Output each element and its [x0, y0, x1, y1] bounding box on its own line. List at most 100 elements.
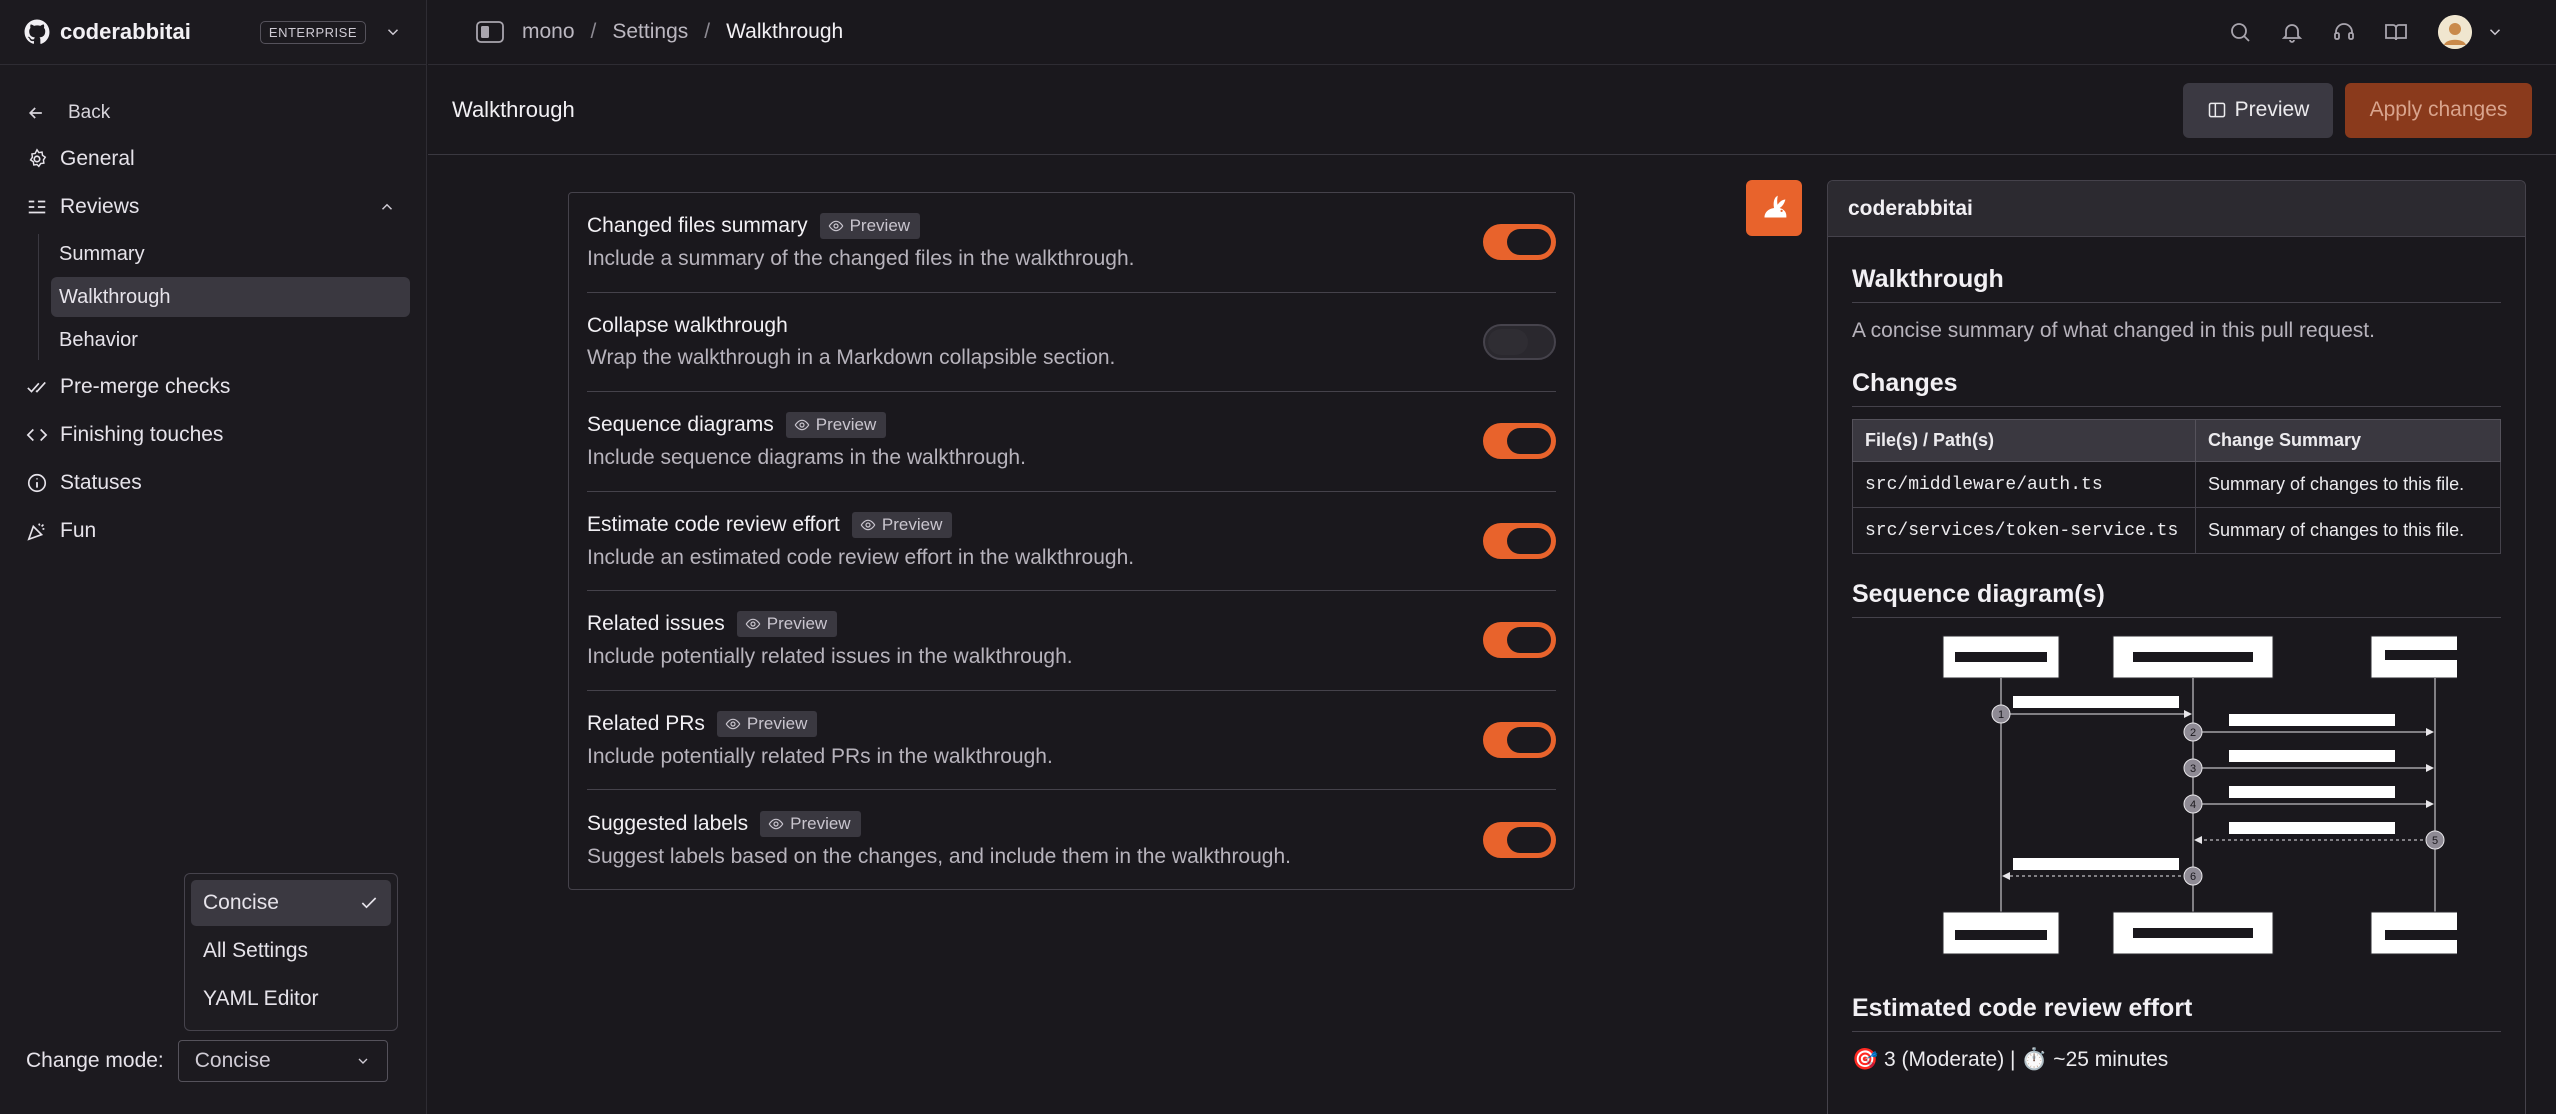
mode-option-all-settings[interactable]: All Settings — [191, 928, 391, 974]
setting-toggle[interactable] — [1483, 224, 1556, 261]
step-label: 2 — [2189, 727, 2195, 739]
sidebar-item-finishing-touches[interactable]: Finishing touches — [0, 411, 426, 459]
setting-toggle[interactable] — [1483, 423, 1556, 460]
toggle-knob — [1488, 328, 1528, 355]
chevron-up-icon[interactable] — [378, 198, 396, 216]
mode-select[interactable]: Concise — [177, 1040, 388, 1082]
setting-title: Related PRs — [587, 711, 705, 735]
sidebar-item-pre-merge-checks[interactable]: Pre-merge checks — [0, 363, 426, 411]
table-row: src/middleware/auth.ts Summary of change… — [1852, 461, 2501, 508]
sidebar-item-reviews[interactable]: Reviews — [0, 183, 426, 231]
preview-badge[interactable]: Preview — [819, 213, 921, 240]
table-header: Change Summary — [2195, 419, 2501, 462]
eye-icon — [860, 519, 876, 531]
chevron-down-icon — [358, 1058, 368, 1064]
coderabbit-avatar — [1746, 180, 1802, 236]
sidebar-item-statuses[interactable]: Statuses — [0, 459, 426, 507]
message-label-bar — [2012, 696, 2179, 708]
setting-related-prs: Related PRs Preview Include potentially … — [587, 691, 1556, 790]
setting-description: Suggest labels based on the changes, and… — [587, 844, 1291, 868]
setting-changed-files-summary: Changed files summary Preview Include a … — [587, 193, 1556, 293]
table-cell-path: src/middleware/auth.ts — [1852, 461, 2196, 508]
toggle-knob — [1507, 527, 1551, 554]
sidebar-subitem-label: Behavior — [59, 328, 138, 351]
participant-label-bar — [1954, 652, 2047, 662]
preview-walkthrough-text: A concise summary of what changed in thi… — [1852, 319, 2375, 342]
sidebar-toggle-icon[interactable] — [476, 20, 504, 44]
sidebar-item-general[interactable]: General — [0, 135, 426, 183]
top-actions — [2200, 15, 2504, 49]
chevron-down-icon[interactable] — [2486, 23, 2504, 41]
setting-sequence-diagrams: Sequence diagrams Preview Include sequen… — [587, 392, 1556, 492]
preview-effort-text: 🎯 3 (Moderate) | ⏱️ ~25 minutes — [1852, 1048, 2169, 1071]
table-cell-summary: Summary of changes to this file. — [2195, 461, 2501, 508]
chevron-down-icon[interactable] — [384, 23, 402, 41]
arrow-left-icon — [28, 107, 42, 119]
sidebar-subitem-label: Walkthrough — [59, 285, 171, 308]
setting-toggle[interactable] — [1483, 323, 1556, 360]
sidebar-subitem-behavior[interactable]: Behavior — [51, 320, 410, 360]
preview-badge[interactable]: Preview — [760, 810, 861, 837]
sidebar: coderabbitai ENTERPRISE Back General Rev… — [0, 0, 427, 1114]
mode-select-value: Concise — [194, 1049, 271, 1072]
setting-estimate-code-review-effort: Estimate code review effort Preview Incl… — [587, 492, 1556, 591]
step-label: 1 — [1997, 709, 2003, 721]
search-icon[interactable] — [2228, 20, 2252, 44]
setting-title: Estimate code review effort — [587, 512, 840, 536]
user-avatar[interactable] — [2438, 15, 2472, 49]
sidebar-item-label: Finishing touches — [60, 423, 224, 446]
preview-badge-label: Preview — [881, 514, 943, 534]
setting-toggle[interactable] — [1483, 622, 1556, 659]
preview-badge[interactable]: Preview — [785, 412, 887, 439]
back-link[interactable]: Back — [0, 97, 426, 129]
sidebar-subitem-summary[interactable]: Summary — [51, 234, 410, 274]
code-icon — [26, 424, 48, 446]
book-icon[interactable] — [2384, 20, 2408, 44]
setting-toggle[interactable] — [1483, 721, 1556, 758]
preview-badge[interactable]: Preview — [736, 611, 838, 638]
org-switcher[interactable]: coderabbitai ENTERPRISE — [0, 0, 426, 65]
preview-badge[interactable]: Preview — [716, 710, 818, 737]
toggle-knob — [1507, 826, 1551, 853]
setting-description: Wrap the walkthrough in a Markdown colla… — [587, 345, 1116, 369]
breadcrumb-mono[interactable]: mono — [522, 20, 575, 44]
breadcrumb-walkthrough: Walkthrough — [726, 20, 844, 43]
eye-icon — [745, 618, 761, 630]
setting-title: Related issues — [587, 612, 725, 636]
preview-badge[interactable]: Preview — [851, 511, 953, 538]
message-label-bar — [2228, 786, 2395, 798]
setting-title: Collapse walkthrough — [587, 313, 788, 337]
sidebar-item-label: Statuses — [60, 471, 142, 494]
preview-walkthrough-heading: Walkthrough — [1852, 265, 2501, 303]
step-label: 6 — [2189, 871, 2195, 883]
participant-label-bar — [2132, 652, 2253, 662]
setting-toggle[interactable] — [1483, 522, 1556, 559]
mode-option-label: Concise — [203, 891, 279, 914]
step-label: 4 — [2189, 799, 2195, 811]
headset-icon[interactable] — [2332, 20, 2356, 44]
sidebar-subitem-walkthrough[interactable]: Walkthrough — [51, 277, 410, 317]
sidebar-subitem-label: Summary — [59, 242, 145, 265]
participant-label-bar — [2384, 650, 2457, 660]
sidebar-item-fun[interactable]: Fun — [0, 507, 426, 555]
mode-option-yaml-editor[interactable]: YAML Editor — [191, 976, 391, 1022]
gear-icon — [26, 148, 48, 170]
participant-label-bar — [2132, 928, 2253, 938]
bell-icon[interactable] — [2280, 20, 2304, 44]
setting-collapse-walkthrough: Collapse walkthrough Wrap the walkthroug… — [587, 293, 1556, 392]
mode-option-concise[interactable]: Concise — [191, 880, 391, 926]
setting-suggested-labels: Suggested labels Preview Suggest labels … — [587, 790, 1556, 890]
table-cell-summary: Summary of changes to this file. — [2195, 507, 2501, 554]
breadcrumb-separator: / — [590, 20, 597, 43]
toggle-knob — [1507, 726, 1551, 753]
rabbit-icon — [1764, 195, 1787, 218]
setting-toggle[interactable] — [1483, 821, 1556, 858]
apply-changes-button[interactable]: Apply changes — [2345, 82, 2532, 138]
setting-title: Suggested labels — [587, 811, 749, 835]
setting-description: Include a summary of the changed files i… — [587, 247, 1135, 271]
breadcrumb-settings[interactable]: Settings — [612, 20, 688, 44]
preview-badge-label: Preview — [815, 415, 877, 435]
preview-button[interactable]: Preview — [2183, 82, 2333, 138]
preview-effort-heading: Estimated code review effort — [1852, 994, 2501, 1032]
change-mode: Change mode: Concise — [26, 1040, 388, 1082]
